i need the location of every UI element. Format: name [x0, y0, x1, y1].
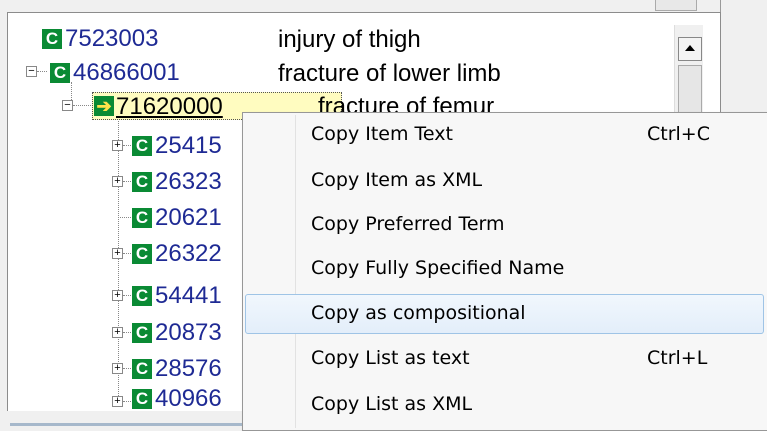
concept-code: 25415 — [155, 132, 222, 159]
tree-row[interactable]: C 26322 — [132, 239, 222, 269]
tree-row[interactable]: C 26323 — [132, 167, 222, 197]
menu-item-label: Copy Fully Specified Name — [311, 257, 565, 279]
tree-connector — [123, 332, 131, 333]
tree-row[interactable]: C 28576 — [132, 354, 222, 384]
concept-icon: C — [132, 208, 152, 228]
concept-code: 54441 — [155, 282, 222, 309]
tree-row[interactable]: C 20873 — [132, 318, 222, 348]
menu-item-label: Copy Preferred Term — [311, 213, 505, 235]
concept-icon: C — [42, 29, 62, 49]
concept-label: injury of thigh — [278, 26, 421, 53]
expand-icon[interactable]: + — [112, 327, 123, 338]
concept-icon: C — [132, 172, 152, 192]
tree-row[interactable]: C 20621 — [132, 203, 222, 233]
menu-item-label: Copy Item Text — [311, 123, 453, 145]
concept-icon: C — [132, 136, 152, 156]
concept-code: 26322 — [155, 240, 222, 267]
concept-icon: C — [132, 286, 152, 306]
collapse-icon[interactable]: − — [26, 66, 37, 77]
tree-row[interactable]: C 54441 — [132, 281, 222, 311]
concept-icon: C — [132, 359, 152, 379]
tree-row[interactable]: C 46866001 — [50, 58, 180, 88]
menu-item-shortcut: Ctrl+L — [647, 347, 708, 369]
menu-item-label: Copy List as XML — [311, 393, 473, 415]
tree-connector — [123, 181, 131, 182]
menu-item-label: Copy Item as XML — [311, 169, 483, 191]
tree-connector — [71, 82, 72, 102]
selected-concept-arrow-icon: ➔ — [94, 96, 114, 116]
tree-connector — [123, 368, 131, 369]
concept-icon: C — [132, 244, 152, 264]
concept-icon: C — [132, 323, 152, 343]
menu-item-copy-fully-specified-name[interactable]: Copy Fully Specified Name — [245, 253, 764, 287]
concept-code: 46866001 — [73, 59, 180, 86]
menu-item-copy-preferred-term[interactable]: Copy Preferred Term — [245, 209, 764, 243]
tree-connector — [37, 71, 47, 72]
menu-item-shortcut: Ctrl+C — [647, 123, 710, 145]
concept-code: 20621 — [155, 204, 222, 231]
concept-code: 71620000 — [116, 93, 223, 120]
concept-icon: C — [132, 388, 152, 409]
concept-label: fracture of lower limb — [278, 60, 501, 87]
tree-row[interactable]: C 7523003 — [42, 24, 158, 54]
tree-connector — [73, 105, 93, 106]
context-menu: Copy Item Text Ctrl+C Copy Item as XML C… — [242, 112, 767, 431]
concept-code: 26323 — [155, 168, 222, 195]
menu-item-copy-item-as-xml[interactable]: Copy Item as XML — [245, 165, 764, 199]
expand-icon[interactable]: + — [112, 248, 123, 259]
expand-icon[interactable]: + — [112, 176, 123, 187]
tree-row[interactable]: C 40966 — [132, 387, 222, 410]
top-strip — [0, 0, 767, 12]
concept-code: 28576 — [155, 355, 222, 382]
menu-item-copy-item-text[interactable]: Copy Item Text Ctrl+C — [245, 119, 764, 153]
concept-code: 7523003 — [65, 25, 159, 52]
menu-item-label: Copy List as text — [311, 347, 470, 369]
menu-item-copy-list-as-xml[interactable]: Copy List as XML — [245, 389, 764, 423]
tree-connector — [123, 401, 131, 402]
menu-item-label: Copy as compositional — [311, 302, 526, 324]
expand-icon[interactable]: + — [112, 396, 123, 407]
collapse-icon[interactable]: − — [62, 100, 73, 111]
concept-icon: C — [50, 63, 70, 83]
concept-code: 40966 — [155, 387, 222, 410]
window-tab — [655, 0, 697, 11]
menu-item-copy-list-as-text[interactable]: Copy List as text Ctrl+L — [245, 343, 764, 377]
tree-connector — [123, 253, 131, 254]
concept-code: 20873 — [155, 319, 222, 346]
tree-row[interactable]: C 25415 — [132, 131, 222, 161]
expand-icon[interactable]: + — [112, 140, 123, 151]
expand-icon[interactable]: + — [112, 290, 123, 301]
tree-connector — [123, 145, 131, 146]
tree-connector — [118, 217, 131, 218]
expand-icon[interactable]: + — [112, 363, 123, 374]
tree-connector — [123, 295, 131, 296]
scroll-up-button[interactable] — [678, 37, 702, 61]
menu-item-copy-as-compositional[interactable]: Copy as compositional — [245, 294, 764, 334]
